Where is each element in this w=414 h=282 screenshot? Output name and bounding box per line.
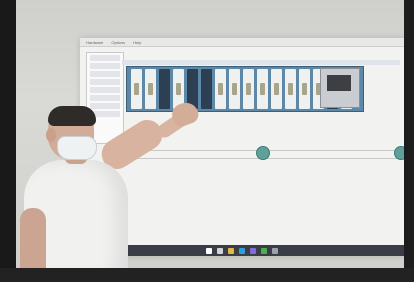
- face-mask: [57, 136, 97, 160]
- presenter: [0, 0, 414, 282]
- bottom-dark-edge: [0, 268, 414, 282]
- presenter-hair: [48, 106, 96, 126]
- photo-scene: Hardware Options Help: [0, 0, 414, 282]
- presenter-ear: [46, 128, 56, 142]
